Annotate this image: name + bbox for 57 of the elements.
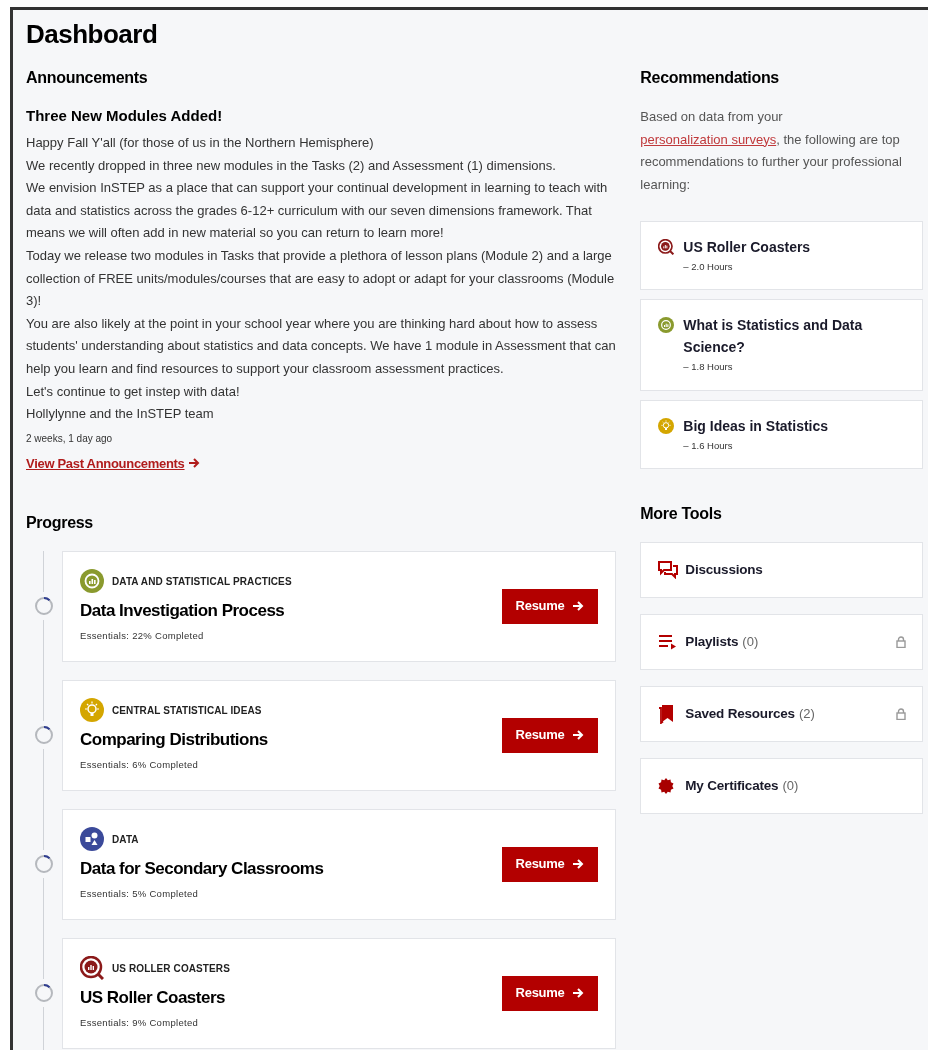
category-label: US ROLLER COASTERS [112,961,230,976]
recommendation-card[interactable]: Big Ideas in Statistics – 1.6 Hours [640,399,923,469]
category-label: DATA [112,832,139,847]
progress-ring [34,596,54,617]
resume-button[interactable]: Resume [502,588,598,624]
duration: – 1.8 Hours [683,360,734,375]
timestamp: 2 weeks, 1 day ago [26,431,114,446]
category-label: DATA AND STATISTICAL PRACTICES [112,574,292,589]
section-heading: More Tools [640,503,723,524]
tool-card[interactable]: Discussions [640,541,923,598]
resume-button[interactable]: Resume [502,846,598,882]
progress-ring [34,725,54,746]
completion-status: Essentials: 9% Completed [80,1016,200,1031]
recommendation-title: US Roller Coasters [683,238,811,257]
duration: – 1.6 Hours [683,438,734,453]
announcement-text: We recently dropped in three new modules in the Tasks (2) and Assessment (1) dimensions. [26,156,557,175]
playlist-icon [658,633,679,650]
view-past-announcements-link[interactable]: View Past Announcements [26,453,200,474]
progress-ring [34,983,54,1004]
arrow-icon [572,987,585,1000]
duration: – 2.0 Hours [683,260,734,274]
seal-icon [658,777,675,794]
module-title: Comparing Distributions [80,729,268,752]
tool-card[interactable]: My Certificates (0) [640,757,923,814]
recommendations-intro: Based on data from your personalization surveys, the following are top recommendations to further your professional learning: [640,108,903,194]
arrow-icon [572,729,585,742]
recommendation-card[interactable]: US Roller Coasters – 2.0 Hours [640,221,923,291]
announcement-title: Three New Modules Added! [26,106,224,126]
announcement-text: Hollylynne and the InSTEP team [26,405,215,424]
section-heading: Announcements [26,68,149,88]
announcement-text: Let's continue to get instep with data! [26,382,241,401]
tool-card[interactable]: Playlists (0) [640,613,923,670]
announcement-text: Today we release two modules in Tasks that provide a plethora of lesson plans (Module 2) and a large collection of FREE units/modules/courses that are easy to adopt or adapt for your classrooms (Module 3)! [26,246,616,311]
page-title: Dashboard [26,18,159,51]
category-label: CENTRAL STATISTICAL IDEAS [112,703,262,718]
progress-ring [34,854,54,875]
module-title: Data for Secondary Classrooms [80,858,324,881]
completion-status: Essentials: 5% Completed [80,887,200,902]
recommendation-title: Big Ideas in Statistics [683,416,829,436]
announcement-text: Happy Fall Y'all (for those of us in the Northern Hemisphere) [26,134,375,152]
announcement-text: You are also likely at the point in your school year where you are thinking hard about how to assess students' understanding about statistics and data concepts. We have 1 module in Assessment that can help you learn and find resources to support your classroom assessment practices. [26,314,617,378]
chat-bubbles-icon [658,560,679,579]
tool-card[interactable]: Saved Resources (2) [640,685,923,742]
arrow-icon [572,858,585,871]
recommendation-card[interactable]: What is Statistics and Data Science? – 1.8 Hours [640,299,923,391]
resume-button[interactable]: Resume [502,717,598,753]
section-heading: Recommendations [640,68,780,88]
module-title: Data Investigation Process [80,600,286,623]
section-heading: Progress [26,512,94,533]
module-title: US Roller Coasters [80,987,226,1010]
recommendation-title: What is Statistics and Data Science? [683,316,864,358]
arrow-icon [572,600,585,613]
announcement-text: We envision InSTEP as a place that can support your continual development in learning to teach with data and statistics across the grades 6-12+ curriculum with our seven dimensions framework. That means we will often add in new material so you can return to learn more! [26,179,609,243]
completion-status: Essentials: 22% Completed [80,629,205,644]
completion-status: Essentials: 6% Completed [80,758,200,773]
arrow-icon [187,457,200,470]
resume-button[interactable]: Resume [502,975,598,1011]
